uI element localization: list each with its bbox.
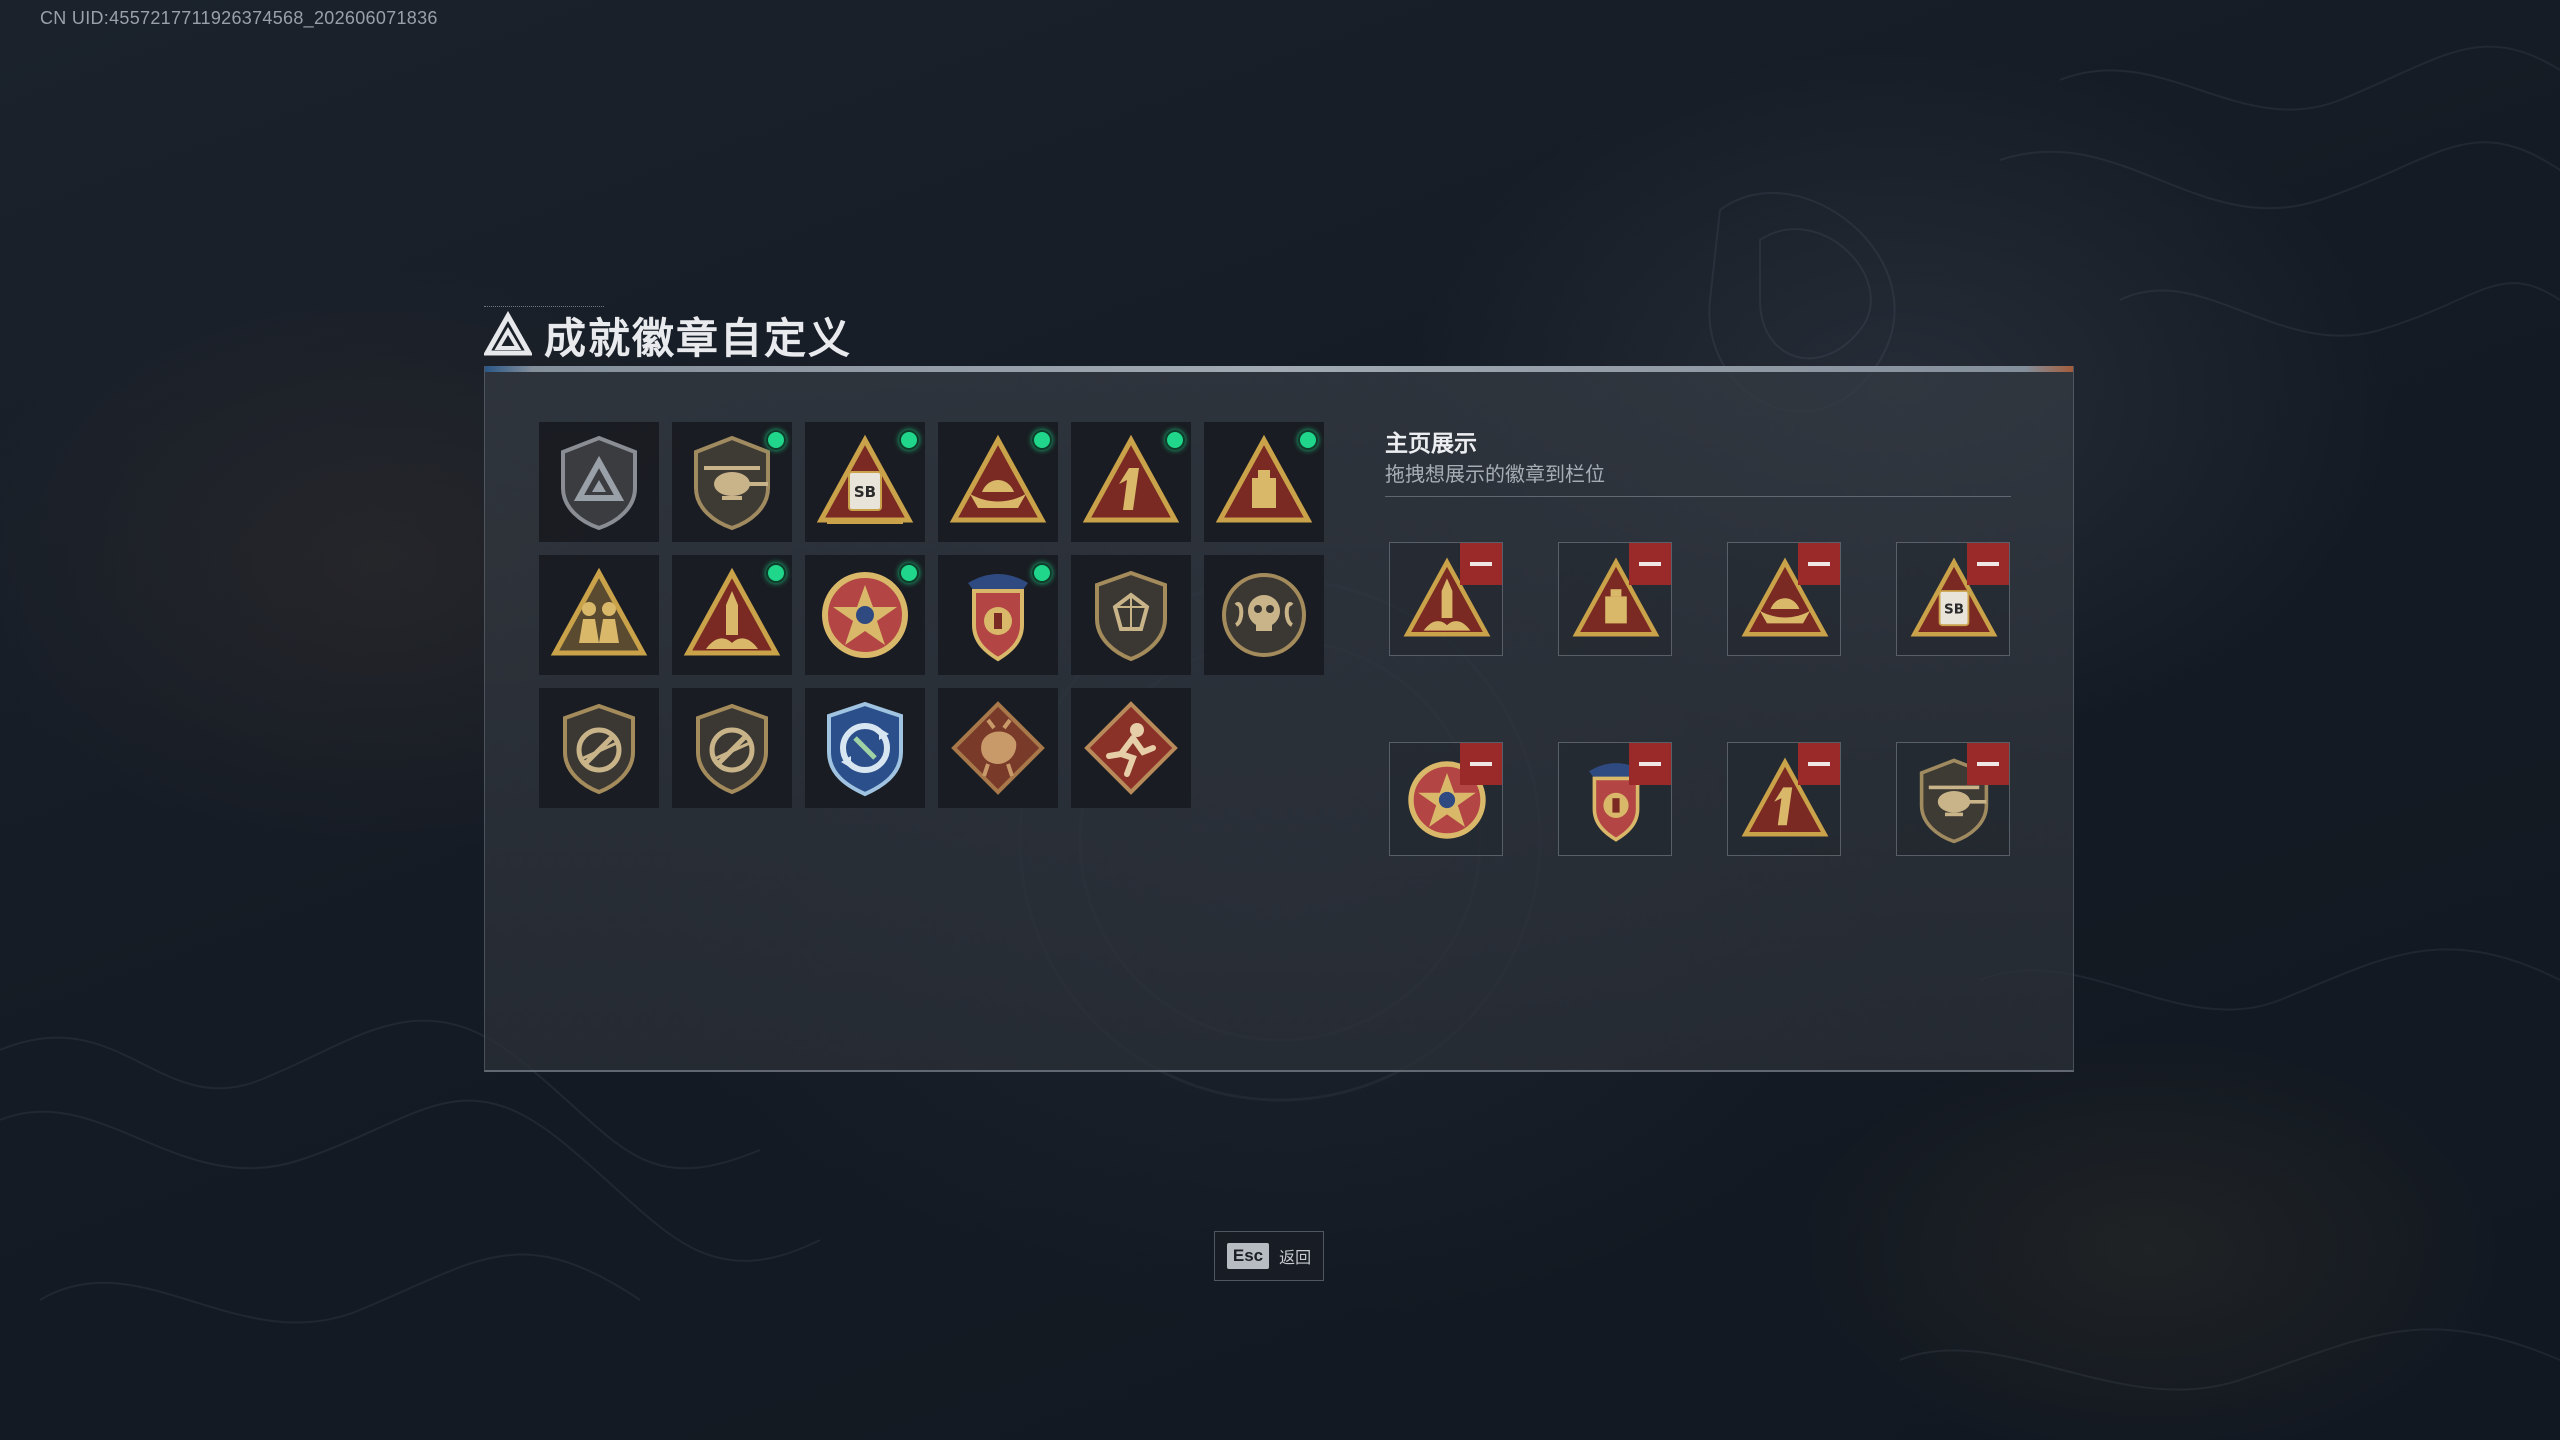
remove-badge-button[interactable]: [1460, 743, 1502, 785]
badge-grid: SB: [539, 422, 1324, 808]
showcase-slot[interactable]: [1558, 542, 1672, 656]
showcase-slots: SB: [1389, 542, 2010, 856]
showcase-slot[interactable]: [1389, 542, 1503, 656]
remove-badge-button[interactable]: [1798, 743, 1840, 785]
minus-icon: [1639, 562, 1661, 566]
new-badge-indicator: [899, 430, 919, 450]
badge-cell[interactable]: [805, 555, 925, 675]
badge-cell[interactable]: [1071, 555, 1191, 675]
box-triangle-badge-icon: [1215, 434, 1313, 523]
showcase-slot[interactable]: [1727, 542, 1841, 656]
panel-top-bar: [485, 366, 2073, 372]
dragon-diamond-badge-icon: [951, 701, 1045, 795]
badge-cell[interactable]: [539, 422, 659, 542]
badge-cell[interactable]: [539, 688, 659, 808]
badge-cell[interactable]: [672, 688, 792, 808]
remove-badge-button[interactable]: [1967, 543, 2009, 585]
runner-diamond-badge-icon: [1084, 701, 1178, 795]
badge-customization-panel: SB 主页展示 拖拽想展示的徽章到栏位 SB: [484, 366, 2074, 1072]
new-badge-indicator: [1165, 430, 1185, 450]
remove-badge-button[interactable]: [1798, 543, 1840, 585]
badge-cell[interactable]: [672, 422, 792, 542]
skull-emblem-badge-icon: [1222, 573, 1306, 657]
minus-icon: [1977, 562, 1999, 566]
new-badge-indicator: [899, 563, 919, 583]
showcase-title: 主页展示: [1385, 431, 1477, 457]
soldiers-triangle-badge-icon: [550, 567, 648, 656]
boat-triangle-badge-icon: [949, 434, 1047, 523]
header-decoration: [484, 306, 604, 311]
showcase-slot[interactable]: SB: [1896, 542, 2010, 656]
remove-badge-button[interactable]: [1460, 543, 1502, 585]
minus-icon: [1808, 762, 1830, 766]
badge-cell[interactable]: [938, 688, 1058, 808]
badge-cell[interactable]: [938, 555, 1058, 675]
new-badge-indicator: [1298, 430, 1318, 450]
minus-icon: [1470, 762, 1492, 766]
gray-triangle-shield-badge-icon: [561, 435, 637, 531]
new-badge-indicator: [1032, 430, 1052, 450]
remove-badge-button[interactable]: [1629, 543, 1671, 585]
minus-icon: [1470, 562, 1492, 566]
delta-logo-icon: [484, 311, 532, 356]
showcase-slot[interactable]: [1727, 742, 1841, 856]
badge-cell[interactable]: [539, 555, 659, 675]
badge-cell[interactable]: [1071, 688, 1191, 808]
no-rifle-shield-badge-icon: [563, 703, 635, 795]
svg-text:SB: SB: [1944, 602, 1964, 618]
badge-cell[interactable]: [1071, 422, 1191, 542]
sb-document-triangle-badge-icon: SB: [816, 434, 914, 524]
showcase-slot[interactable]: [1558, 742, 1672, 856]
back-button[interactable]: Esc 返回: [1214, 1231, 1324, 1281]
page-title: 成就徽章自定义: [544, 313, 853, 363]
badge-cell[interactable]: [805, 688, 925, 808]
number-one-triangle-badge-icon: [1082, 434, 1180, 523]
svg-text:SB: SB: [854, 483, 876, 501]
user-id-text: CN UID:4557217711926374568_202606071836: [40, 8, 438, 28]
no-rifle-shield-badge-icon: [696, 703, 768, 795]
badge-cell[interactable]: [1204, 422, 1324, 542]
page-header: 成就徽章自定义: [484, 306, 852, 364]
remove-badge-button[interactable]: [1629, 743, 1671, 785]
showcase-subtitle: 拖拽想展示的徽章到栏位: [1385, 462, 1605, 486]
star-medal-badge-icon: [822, 572, 908, 658]
back-label: 返回: [1279, 1248, 1312, 1267]
new-badge-indicator: [766, 563, 786, 583]
eagle-crest-badge-icon: [968, 574, 1028, 662]
esc-key-hint: Esc: [1226, 1243, 1270, 1269]
badge-cell[interactable]: SB: [805, 422, 925, 542]
new-badge-indicator: [766, 430, 786, 450]
showcase-divider: [1385, 496, 2011, 497]
rocket-launch-triangle-badge-icon: [683, 567, 781, 656]
showcase-slot[interactable]: [1896, 742, 2010, 856]
badge-cell[interactable]: [1204, 555, 1324, 675]
new-badge-indicator: [1032, 563, 1052, 583]
minus-icon: [1639, 762, 1661, 766]
gem-shield-badge-icon: [1095, 570, 1167, 662]
minus-icon: [1977, 762, 1999, 766]
showcase-slot[interactable]: [1389, 742, 1503, 856]
remove-badge-button[interactable]: [1967, 743, 2009, 785]
blue-cycle-shield-badge-icon: [827, 701, 903, 797]
badge-cell[interactable]: [938, 422, 1058, 542]
helicopter-shield-badge-icon: [694, 435, 770, 531]
badge-cell[interactable]: [672, 555, 792, 675]
minus-icon: [1808, 562, 1830, 566]
